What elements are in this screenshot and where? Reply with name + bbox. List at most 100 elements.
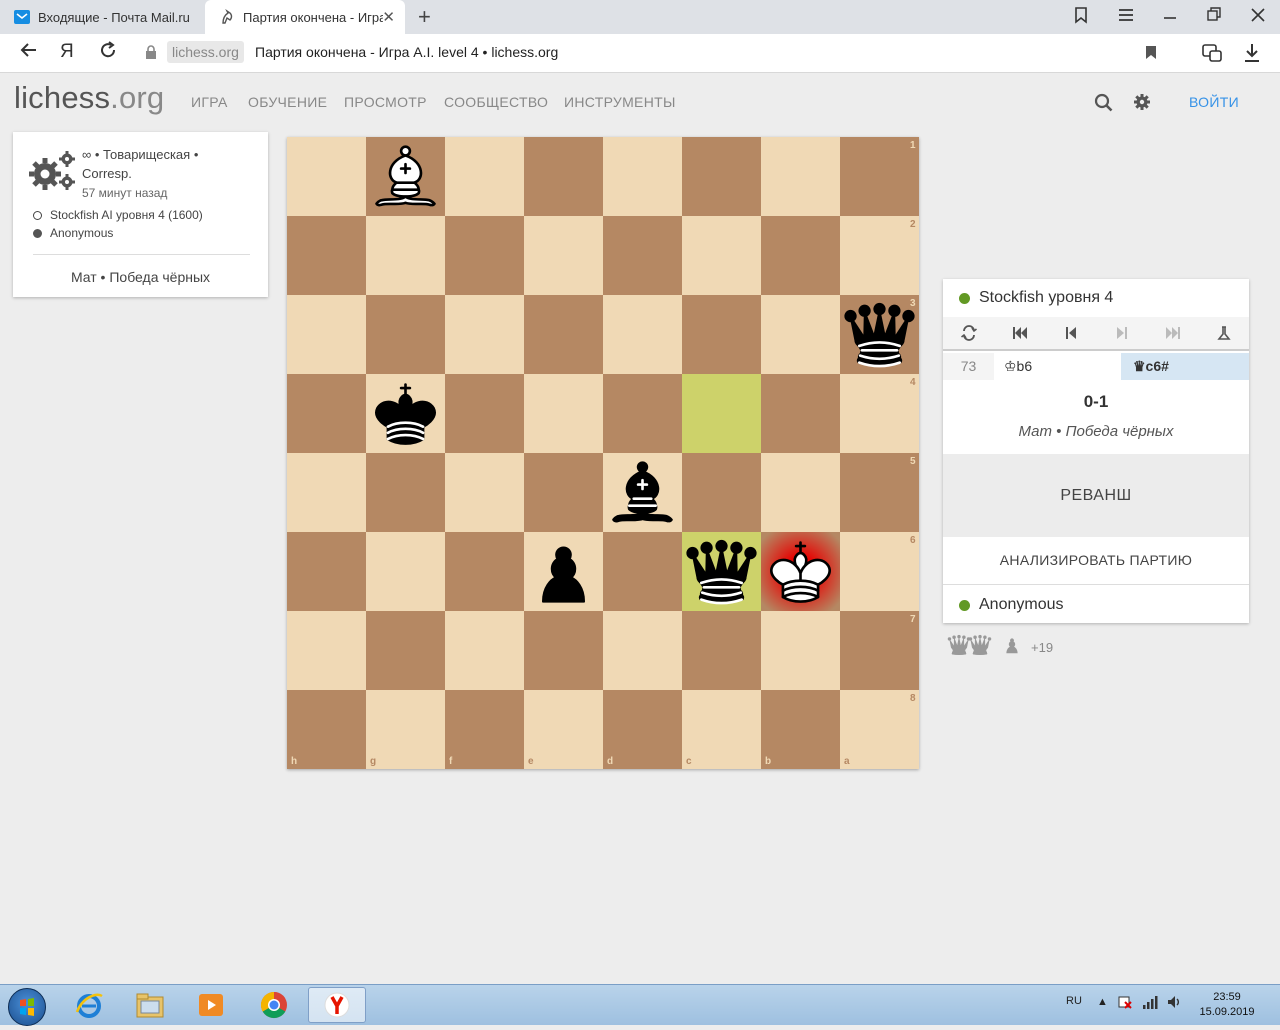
browser-tab-lichess[interactable]: Партия окончена - Игра A.I. level 4 • li… (205, 0, 405, 34)
square-f3[interactable] (445, 295, 524, 374)
rematch-button[interactable]: РЕВАНШ (943, 454, 1249, 537)
new-tab-button[interactable]: + (418, 4, 431, 30)
media-player-icon[interactable] (184, 987, 238, 1023)
square-h3[interactable] (287, 295, 366, 374)
network-icon[interactable] (1142, 994, 1158, 1013)
square-e5[interactable] (524, 453, 603, 532)
square-f5[interactable] (445, 453, 524, 532)
black-player-row[interactable]: Anonymous (33, 226, 113, 240)
prev-move-icon[interactable] (1061, 325, 1081, 341)
square-c1[interactable] (682, 137, 761, 216)
analyse-game-button[interactable]: АНАЛИЗИРОВАТЬ ПАРТИЮ (943, 537, 1249, 585)
square-e8[interactable] (524, 690, 603, 769)
square-e7[interactable] (524, 611, 603, 690)
square-c3[interactable] (682, 295, 761, 374)
square-c4[interactable] (682, 374, 761, 453)
show-hidden-icons-icon[interactable]: ▲ (1097, 996, 1108, 1008)
square-g3[interactable] (366, 295, 445, 374)
explorer-icon[interactable] (123, 987, 177, 1023)
square-f4[interactable] (445, 374, 524, 453)
ie-icon[interactable] (62, 987, 116, 1023)
square-a8[interactable] (840, 690, 919, 769)
login-link[interactable]: ВОЙТИ (1189, 94, 1239, 110)
first-move-icon[interactable] (1010, 325, 1030, 341)
black-queen-icon[interactable] (682, 532, 761, 611)
square-e3[interactable] (524, 295, 603, 374)
bottom-player[interactable]: Anonymous (943, 586, 1249, 624)
back-icon[interactable] (18, 40, 38, 66)
square-f7[interactable] (445, 611, 524, 690)
square-h5[interactable] (287, 453, 366, 532)
square-b4[interactable] (761, 374, 840, 453)
next-move-icon[interactable] (1112, 325, 1132, 341)
yandex-icon[interactable]: Я (60, 41, 74, 63)
minimize-icon[interactable] (1162, 6, 1178, 29)
nav-community[interactable]: СООБЩЕСТВО (444, 94, 548, 110)
square-c7[interactable] (682, 611, 761, 690)
protect-icon[interactable] (1201, 42, 1223, 69)
square-c5[interactable] (682, 453, 761, 532)
nav-play[interactable]: ИГРА (191, 94, 228, 110)
lichess-logo[interactable]: lichess.org (14, 80, 164, 116)
restore-icon[interactable] (1206, 6, 1222, 29)
nav-tools[interactable]: ИНСТРУМЕНТЫ (564, 94, 676, 110)
reload-icon[interactable] (98, 40, 118, 66)
square-f6[interactable] (445, 532, 524, 611)
nav-watch[interactable]: ПРОСМОТР (344, 94, 427, 110)
square-d2[interactable] (603, 216, 682, 295)
square-f2[interactable] (445, 216, 524, 295)
square-f1[interactable] (445, 137, 524, 216)
action-center-icon[interactable] (1117, 994, 1133, 1013)
last-move-icon[interactable] (1163, 325, 1183, 341)
square-h1[interactable] (287, 137, 366, 216)
square-c8[interactable] (682, 690, 761, 769)
square-a4[interactable] (840, 374, 919, 453)
nav-learn[interactable]: ОБУЧЕНИЕ (248, 94, 327, 110)
square-b1[interactable] (761, 137, 840, 216)
square-a7[interactable] (840, 611, 919, 690)
square-g2[interactable] (366, 216, 445, 295)
square-b5[interactable] (761, 453, 840, 532)
square-d6[interactable] (603, 532, 682, 611)
domain-chip[interactable]: lichess.org (167, 41, 244, 63)
square-b7[interactable] (761, 611, 840, 690)
chess-board[interactable]: 1234567hgfedcb8a (287, 137, 919, 769)
bookmark-icon[interactable] (1145, 45, 1157, 65)
white-king-icon[interactable] (761, 532, 840, 611)
square-d8[interactable] (603, 690, 682, 769)
black-move-active[interactable]: ♛c6# (1121, 353, 1249, 380)
square-e2[interactable] (524, 216, 603, 295)
square-h8[interactable] (287, 690, 366, 769)
square-h6[interactable] (287, 532, 366, 611)
square-h2[interactable] (287, 216, 366, 295)
square-e1[interactable] (524, 137, 603, 216)
square-e4[interactable] (524, 374, 603, 453)
square-g7[interactable] (366, 611, 445, 690)
black-bishop-icon[interactable] (603, 453, 682, 532)
white-move[interactable]: ♔b6 (994, 353, 1121, 380)
black-queen-icon[interactable] (840, 295, 919, 374)
square-b8[interactable] (761, 690, 840, 769)
square-a6[interactable] (840, 532, 919, 611)
search-icon[interactable] (1094, 93, 1113, 117)
white-bishop-icon[interactable] (366, 137, 445, 216)
browser-tab-mail[interactable]: Входящие - Почта Mail.ru (0, 0, 205, 34)
close-window-icon[interactable] (1250, 6, 1266, 29)
square-f8[interactable] (445, 690, 524, 769)
analysis-board-icon[interactable] (1214, 325, 1234, 341)
download-icon[interactable] (1243, 42, 1261, 69)
square-d7[interactable] (603, 611, 682, 690)
language-indicator[interactable]: RU (1066, 995, 1082, 1007)
menu-icon[interactable] (1117, 6, 1135, 29)
square-c2[interactable] (682, 216, 761, 295)
black-king-icon[interactable] (366, 374, 445, 453)
page-title-url[interactable]: Партия окончена - Игра A.I. level 4 • li… (255, 44, 558, 60)
black-pawn-icon[interactable] (524, 532, 603, 611)
chrome-icon[interactable] (247, 987, 301, 1023)
square-a1[interactable] (840, 137, 919, 216)
volume-icon[interactable] (1166, 994, 1182, 1013)
square-h4[interactable] (287, 374, 366, 453)
square-a2[interactable] (840, 216, 919, 295)
start-button[interactable] (8, 988, 46, 1026)
square-d4[interactable] (603, 374, 682, 453)
